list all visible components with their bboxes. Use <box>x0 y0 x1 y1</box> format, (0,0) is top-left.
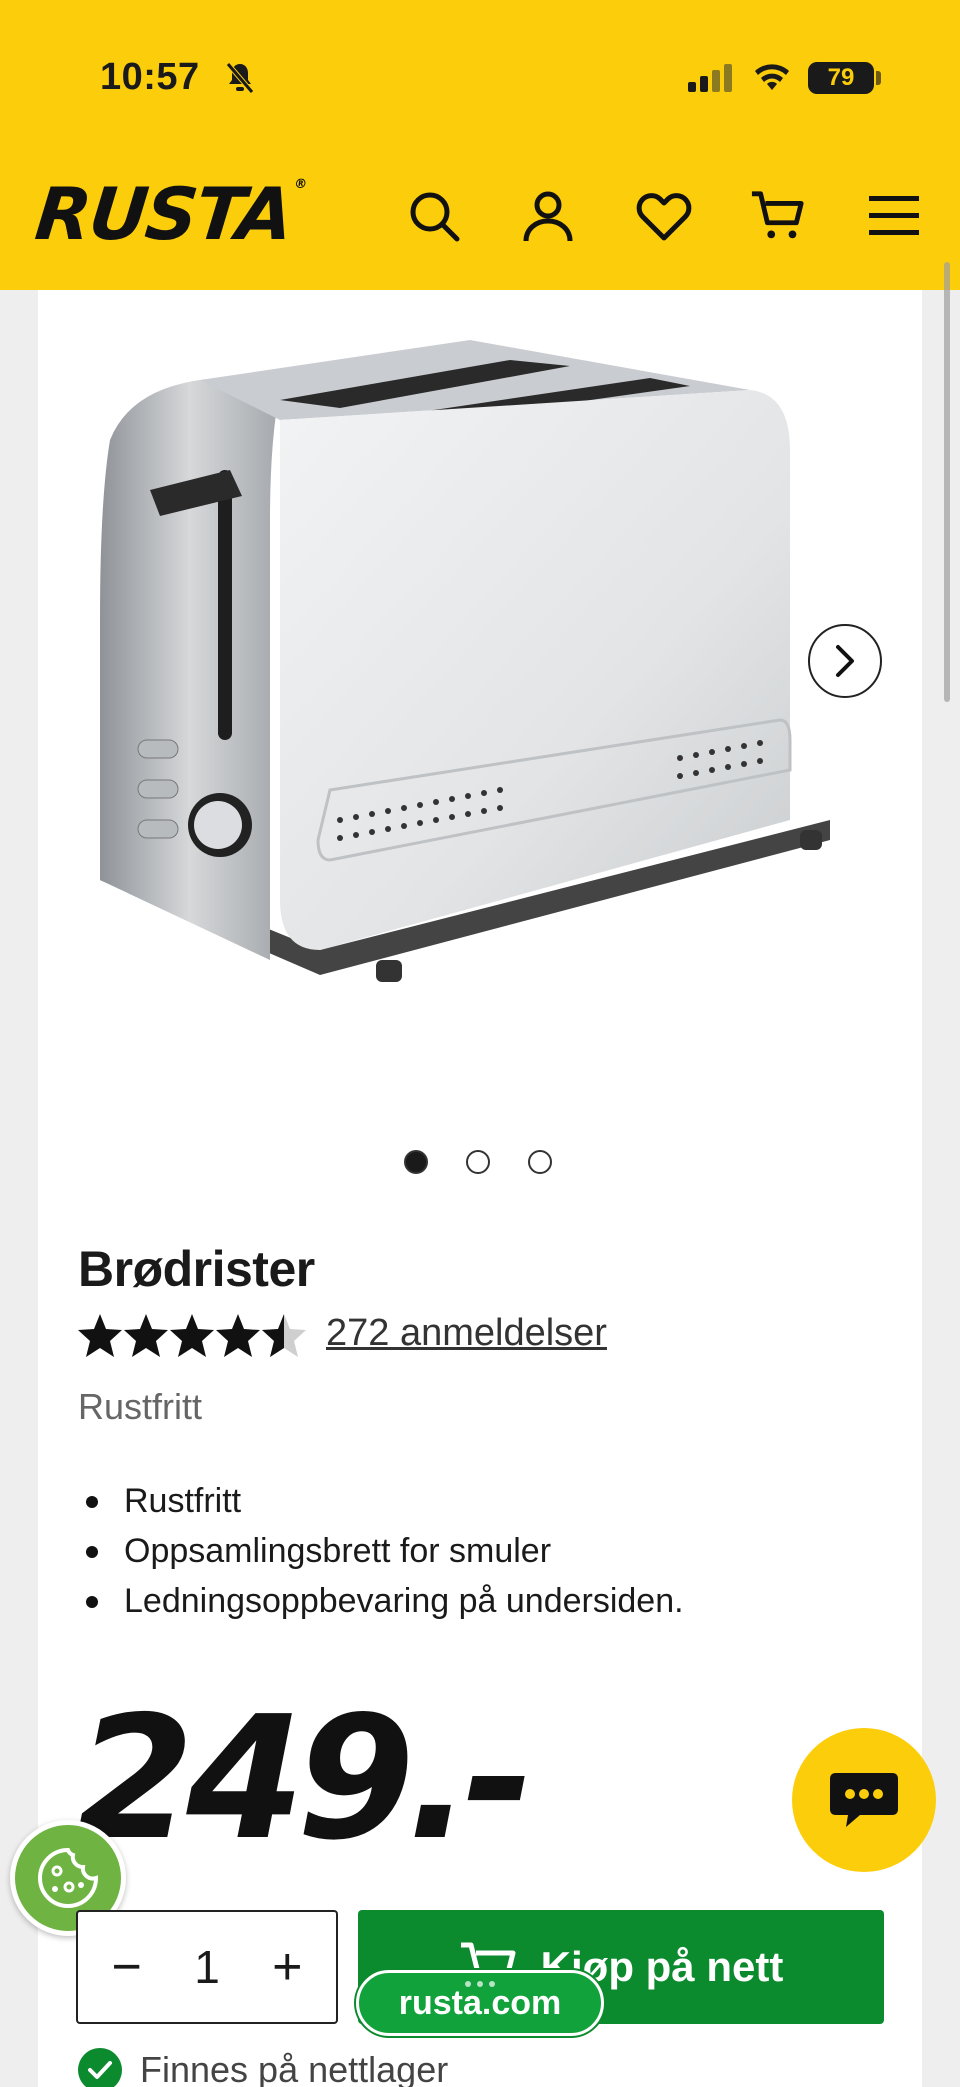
heart-icon[interactable] <box>636 188 692 244</box>
search-icon[interactable] <box>406 188 462 244</box>
star-icon <box>78 1314 122 1357</box>
cart-icon[interactable] <box>750 188 806 244</box>
chevron-right-icon <box>836 645 854 677</box>
status-time: 10:57 <box>100 56 200 98</box>
battery-cap <box>876 71 881 85</box>
signal-icon <box>688 64 732 92</box>
chat-button[interactable] <box>792 1728 936 1872</box>
star-icon <box>124 1314 168 1357</box>
rusta-logo[interactable]: RUSTA® <box>32 172 306 256</box>
product-title: Brødrister <box>78 1241 315 1297</box>
cookie-icon <box>38 1847 99 1908</box>
list-item: Ledningsoppbevaring på undersiden. <box>78 1576 684 1626</box>
menu-icon[interactable] <box>866 188 922 244</box>
list-item: Oppsamlingsbrett for smuler <box>78 1526 684 1576</box>
star-icon <box>216 1314 260 1357</box>
account-icon[interactable] <box>520 188 576 244</box>
chat-icon <box>830 1773 898 1827</box>
product-subtitle: Rustfritt <box>78 1386 203 1427</box>
stock-label: Finnes på nettlager <box>140 2049 449 2087</box>
browser-url-pill[interactable]: rusta.com <box>356 1970 604 2036</box>
battery-indicator: 79 <box>808 62 874 94</box>
carousel-dot-2[interactable] <box>466 1150 490 1174</box>
pill-handle <box>465 1981 495 1987</box>
feature-list: Rustfritt Oppsamlingsbrett for smuler Le… <box>78 1476 684 1626</box>
wifi-icon <box>755 64 789 90</box>
browser-url: rusta.com <box>398 1983 562 2022</box>
quantity-stepper: − 1 + <box>76 1910 338 2024</box>
bell-muted-icon <box>226 62 254 94</box>
registered-mark: ® <box>293 177 306 192</box>
carousel-dots <box>404 1150 552 1174</box>
check-icon <box>78 2048 122 2087</box>
logo-text: RUSTA <box>31 172 296 256</box>
product-price: 249.- <box>76 1680 534 1878</box>
quantity-value[interactable]: 1 <box>194 1940 220 1994</box>
list-item: Rustfritt <box>78 1476 684 1526</box>
next-image-button[interactable] <box>808 624 882 698</box>
product-image[interactable] <box>90 320 870 1000</box>
star-icon <box>170 1314 214 1357</box>
increase-quantity-button[interactable]: + <box>257 1941 317 1993</box>
rating-stars[interactable] <box>78 1310 310 1360</box>
carousel-dot-3[interactable] <box>528 1150 552 1174</box>
scrollbar[interactable] <box>944 262 950 702</box>
carousel-dot-1[interactable] <box>404 1150 428 1174</box>
reviews-link[interactable]: 272 anmeldelser <box>326 1312 607 1355</box>
decrease-quantity-button[interactable]: − <box>97 1941 157 1993</box>
stock-status: Finnes på nettlager <box>78 2048 448 2087</box>
